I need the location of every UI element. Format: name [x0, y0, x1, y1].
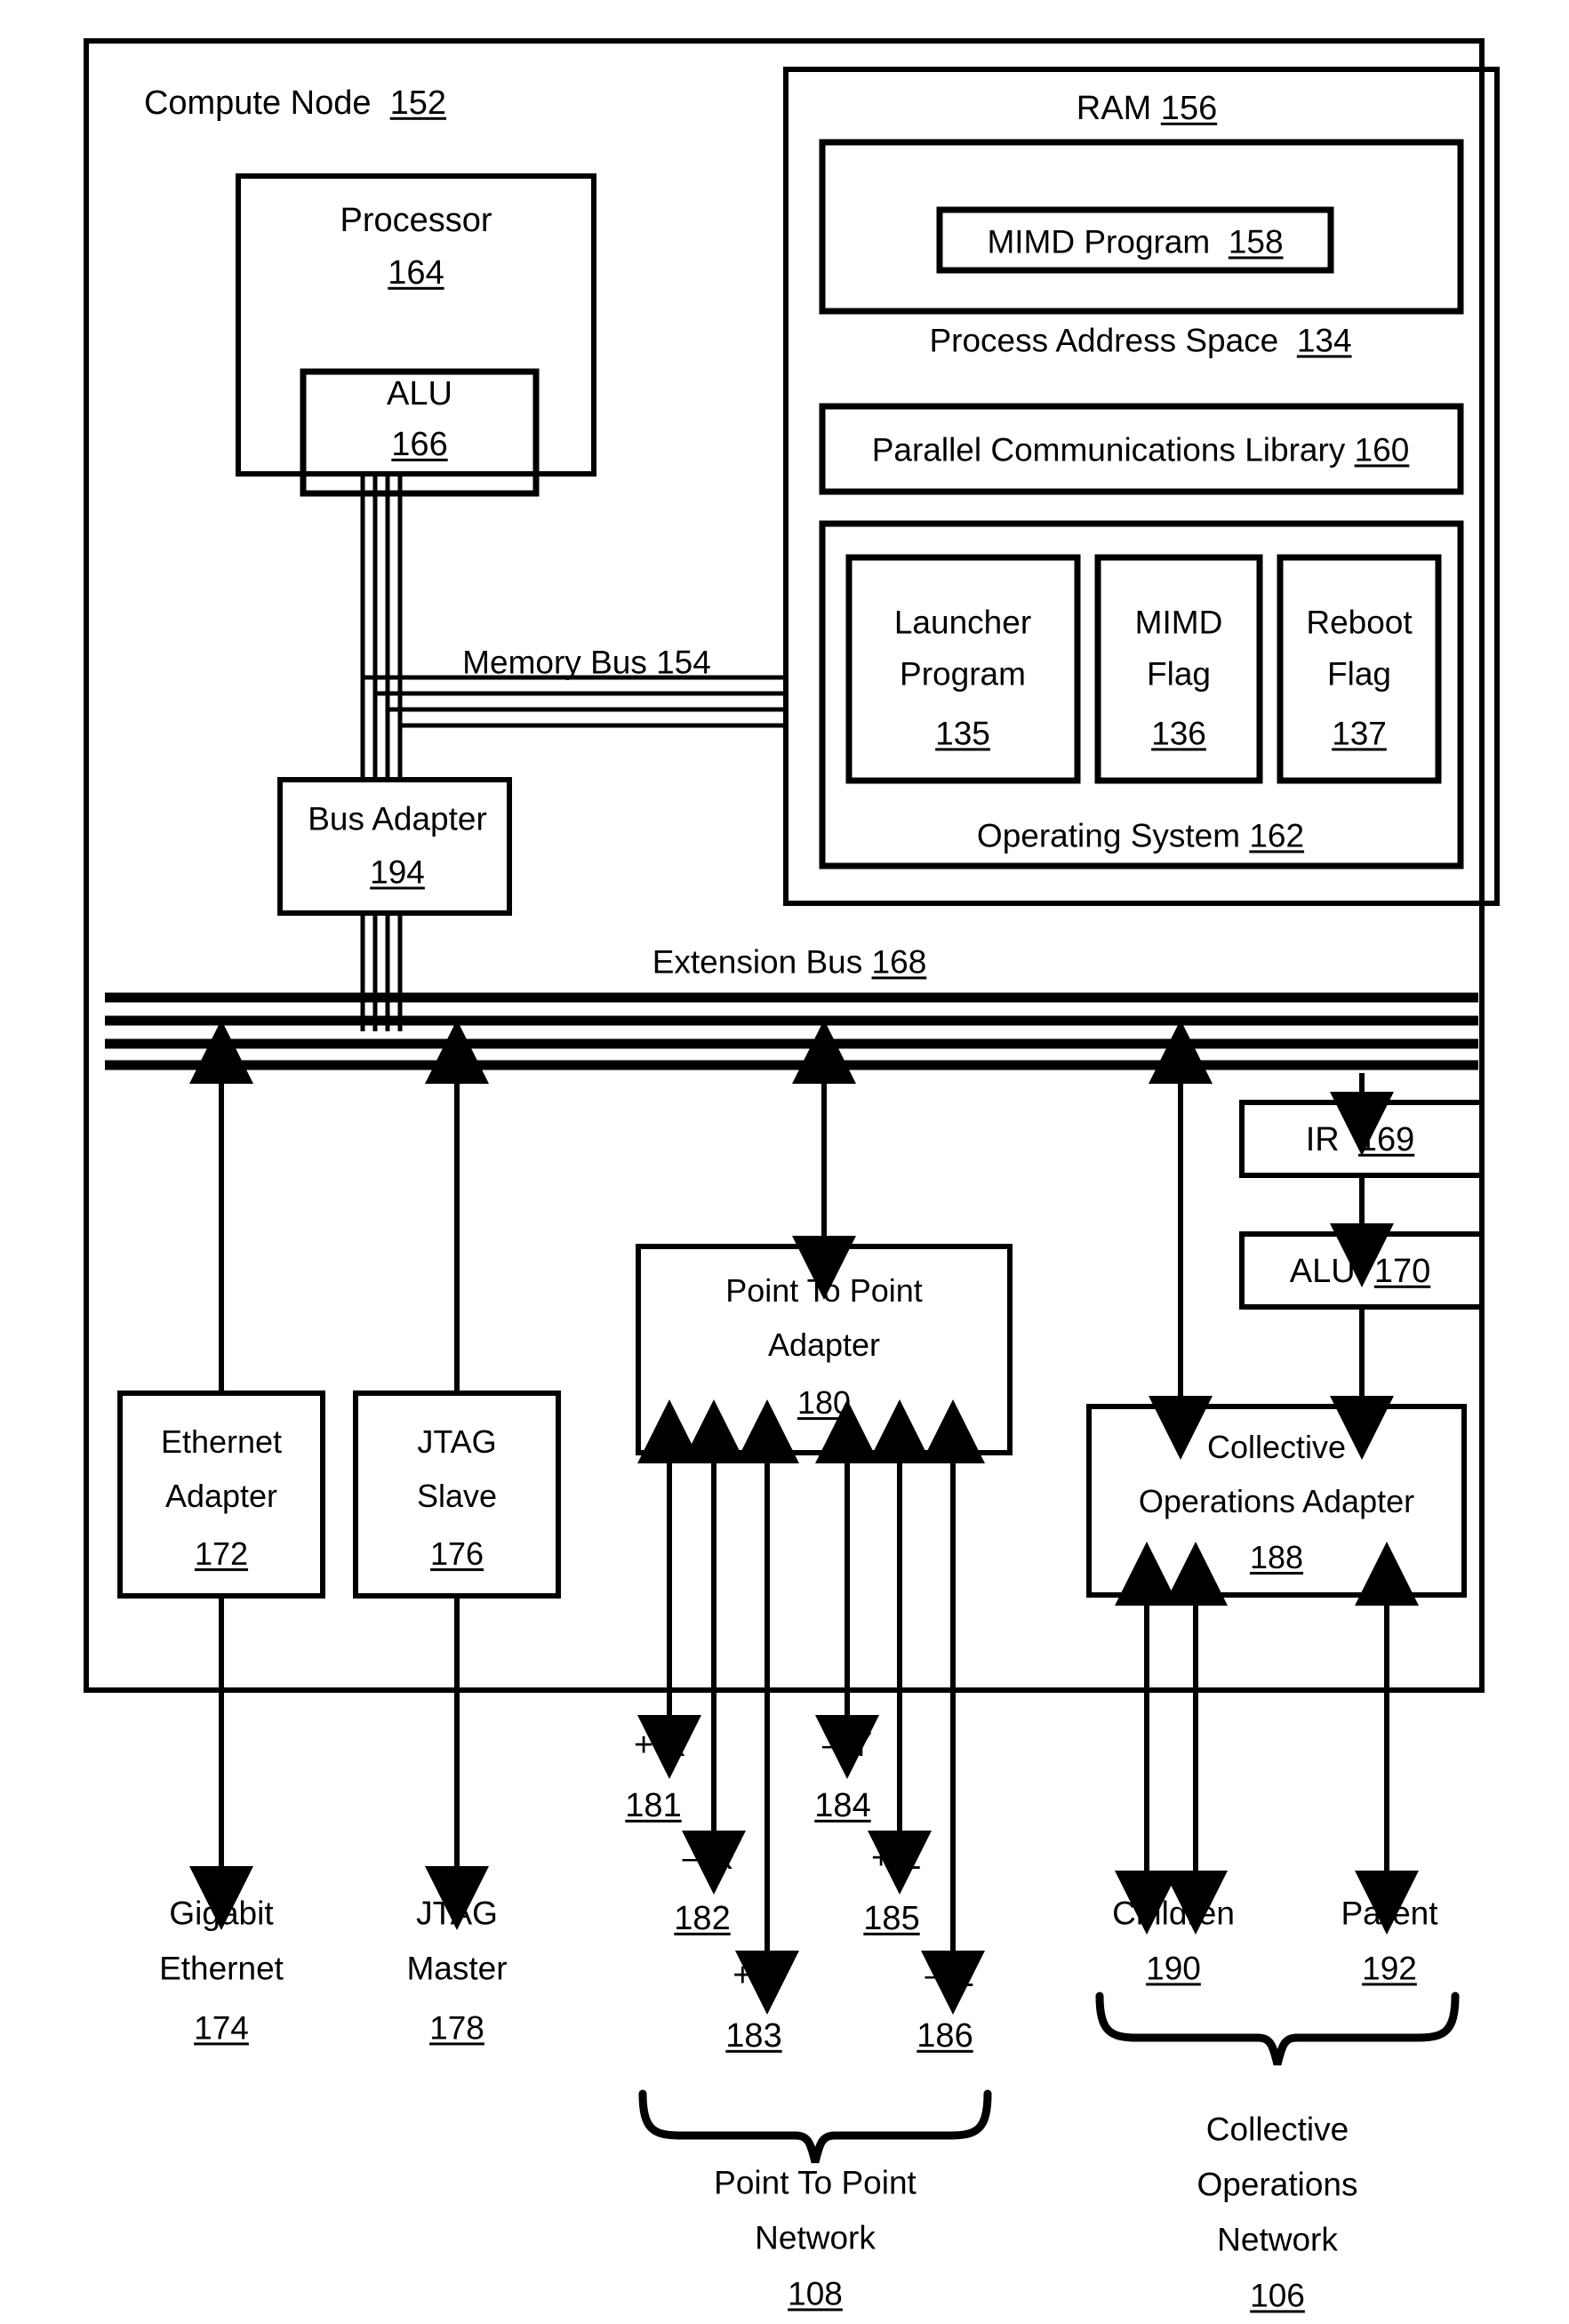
mimd-flag-line1: MIMD	[1134, 604, 1223, 641]
axis-minus-y-ref: 184	[814, 1786, 871, 1824]
axis-plus-y-ref: 183	[725, 2016, 782, 2055]
gigabit-ethernet-line2: Ethernet	[159, 1950, 284, 1987]
process-address-space-label: Process Address Space 134	[929, 322, 1352, 359]
ram-title: RAM 156	[1076, 89, 1218, 127]
jtag-slave-line2: Slave	[416, 1478, 498, 1515]
point-to-point-adapter-ref: 180	[797, 1384, 852, 1422]
parallel-comm-library-label: Parallel Communications Library 160	[871, 431, 1410, 469]
bus-adapter-ref: 194	[370, 853, 425, 891]
point-to-point-adapter-line1: Point To Point	[725, 1272, 923, 1310]
point-to-point-network-line1: Point To Point	[714, 2164, 917, 2201]
mimd-flag-ref: 136	[1151, 715, 1206, 752]
extension-bus-taps	[189, 1020, 1213, 1406]
axis-minus-x-label: – X	[682, 1839, 733, 1877]
extension-bus-label: Extension Bus 168	[652, 943, 927, 981]
axis-plus-x-ref: 181	[625, 1786, 682, 1824]
jtag-master-ref: 178	[429, 2009, 484, 2047]
operating-system-box	[819, 520, 1464, 869]
figure-canvas: Compute Node 152 Processor 164 ALU 166 R…	[0, 0, 1569, 2324]
point-to-point-network-brace	[638, 2089, 992, 2164]
processor-label: Processor	[340, 201, 492, 239]
launcher-program-line2: Program	[900, 655, 1026, 693]
jtag-slave-ref: 176	[429, 1535, 484, 1573]
point-to-point-network-ref: 108	[788, 2275, 843, 2312]
collective-ops-network-line3: Network	[1217, 2221, 1338, 2258]
axis-plus-x-label: + X	[633, 1726, 686, 1764]
collective-ops-adapter-line2: Operations Adapter	[1138, 1483, 1415, 1520]
reboot-flag-line2: Flag	[1327, 655, 1391, 693]
axis-plus-z-label: + Z	[871, 1839, 921, 1877]
parent-ref: 192	[1362, 1950, 1417, 1987]
collective-ops-network-line1: Collective	[1205, 2111, 1349, 2148]
axis-minus-y-label: – Y	[821, 1726, 873, 1764]
collective-ops-adapter-ref: 188	[1249, 1539, 1304, 1576]
compute-node-title: Compute Node 152	[143, 84, 447, 122]
point-to-point-network-line2: Network	[755, 2219, 876, 2256]
ir-169-label: IR 169	[1305, 1120, 1415, 1158]
mimd-flag-line2: Flag	[1147, 655, 1211, 693]
ethernet-adapter-ref: 172	[194, 1535, 249, 1573]
mimd-program-label: MIMD Program 158	[987, 223, 1284, 260]
memory-bus-label: Memory Bus 154	[462, 644, 711, 681]
gigabit-ethernet-ref: 174	[194, 2009, 249, 2047]
reboot-flag-line1: Reboot	[1306, 604, 1413, 641]
collective-ops-network-ref: 106	[1250, 2277, 1305, 2314]
processor-ref: 164	[388, 253, 444, 292]
ethernet-adapter-line2: Adapter	[164, 1478, 278, 1515]
launcher-program-ref: 135	[935, 715, 990, 752]
ethernet-adapter-line1: Ethernet	[160, 1423, 283, 1461]
extension-bus-lines	[105, 992, 1478, 1070]
extension-bus-down-taps	[792, 1073, 1394, 1460]
children-ref: 190	[1146, 1950, 1201, 1987]
collective-ops-links	[1115, 1542, 1419, 1935]
operating-system-label: Operating System 162	[976, 817, 1305, 854]
children-label: Children	[1112, 1895, 1235, 1932]
endpoint-connectors	[189, 1596, 489, 1930]
axis-minus-z-ref: 186	[917, 2016, 973, 2055]
axis-minus-x-ref: 182	[674, 1899, 731, 1937]
parent-label: Parent	[1341, 1895, 1438, 1932]
memory-bus-lines	[360, 474, 786, 780]
alu-166-label: ALU	[387, 374, 452, 413]
gigabit-ethernet-line1: Gigabit	[169, 1895, 274, 1932]
bus-adapter-label: Bus Adapter	[308, 800, 487, 837]
collective-ops-adapter-line1: Collective	[1206, 1429, 1347, 1466]
jtag-master-line2: Master	[406, 1950, 508, 1987]
alu-166-ref: 166	[391, 425, 448, 463]
jtag-slave-line1: JTAG	[417, 1423, 497, 1461]
collective-ops-network-brace	[1095, 1991, 1460, 2066]
alu-170-label: ALU 170	[1289, 1252, 1431, 1290]
axis-plus-z-ref: 185	[863, 1899, 920, 1937]
reboot-flag-ref: 137	[1332, 715, 1387, 752]
launcher-program-line1: Launcher	[893, 604, 1032, 641]
axis-minus-z-label: – Z	[925, 1956, 974, 1994]
point-to-point-links	[637, 1399, 985, 2015]
bus-adapter-to-extension-bus	[360, 913, 403, 1031]
axis-plus-y-label: + Y	[732, 1956, 784, 1994]
collective-ops-network-line2: Operations	[1197, 2166, 1358, 2203]
point-to-point-adapter-line2: Adapter	[767, 1326, 881, 1364]
jtag-master-line1: JTAG	[416, 1895, 498, 1932]
